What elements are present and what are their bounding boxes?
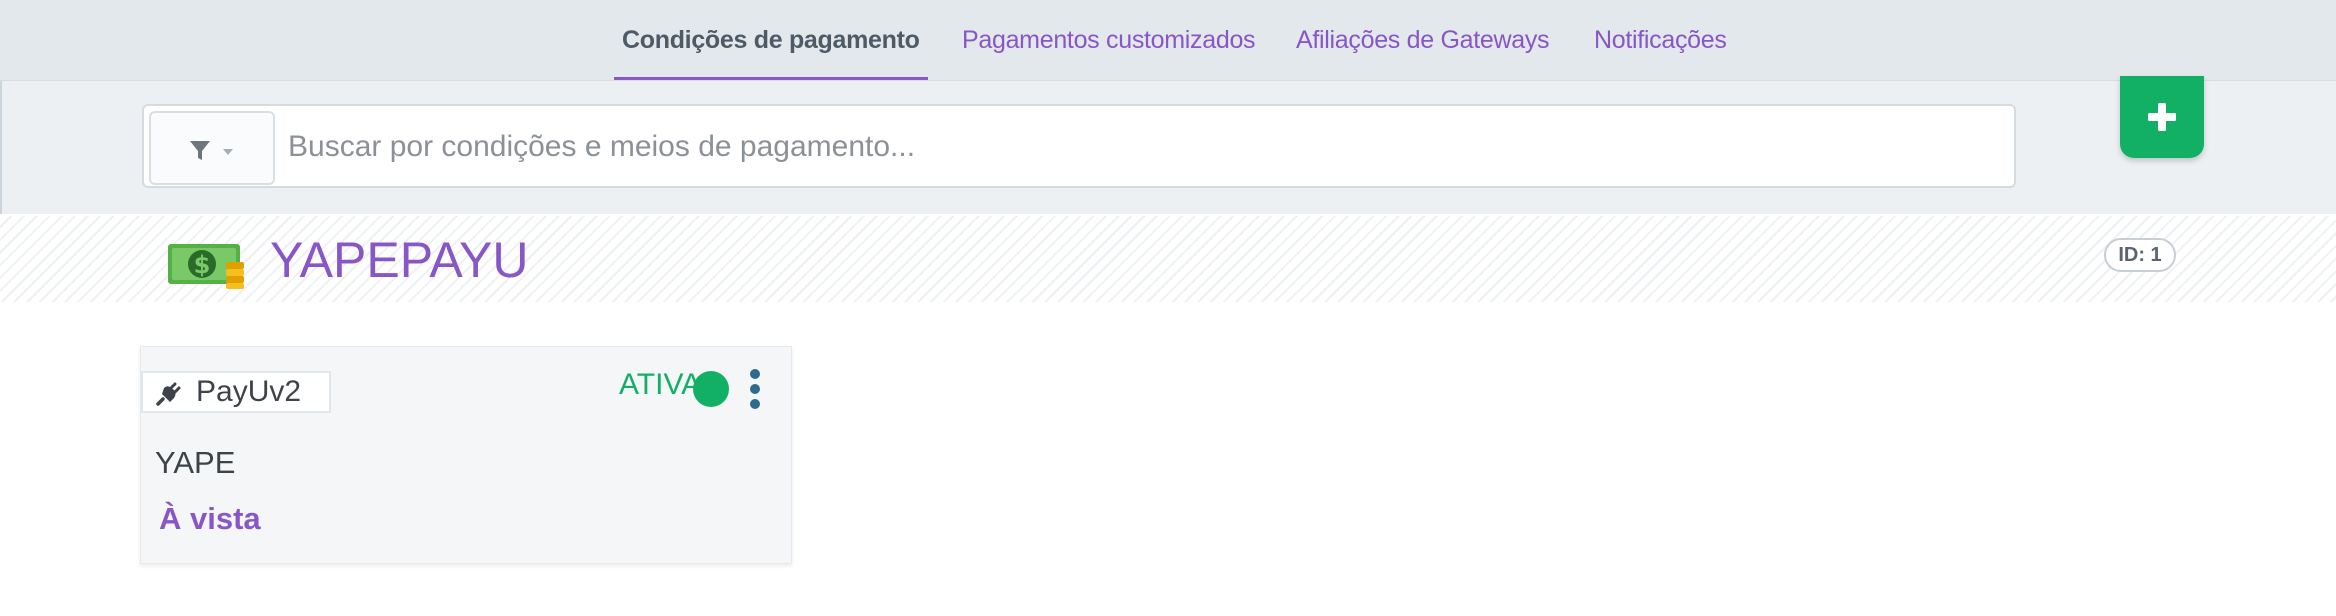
caret-down-icon [223, 149, 233, 155]
money-bill-icon: $ [168, 244, 244, 289]
payment-method-name: YAPE [155, 445, 236, 480]
gateway-name: PayUv2 [196, 375, 302, 408]
add-button[interactable] [2120, 76, 2204, 158]
status-indicator [693, 371, 729, 407]
tab-condicoes-de-pagamento[interactable]: Condições de pagamento [614, 0, 928, 80]
tab-pagamentos-customizados[interactable]: Pagamentos customizados [962, 0, 1256, 80]
tabs-bar: Condições de pagamento Pagamentos custom… [0, 0, 2336, 81]
filter-button[interactable] [149, 111, 275, 185]
tab-afiliacoes-de-gateways[interactable]: Afiliações de Gateways [1296, 0, 1550, 80]
kebab-menu-icon[interactable] [747, 369, 763, 409]
filter-icon [190, 141, 233, 160]
tab-notificacoes[interactable]: Notificações [1594, 0, 1727, 80]
payment-condition-label[interactable]: À vista [159, 499, 261, 539]
payment-condition-card[interactable]: PayUv2 ATIVA YAPE À vista [140, 346, 792, 564]
status-text: ATIVA [619, 368, 702, 401]
search-bar [142, 104, 2016, 188]
plug-icon [156, 382, 181, 406]
search-input[interactable] [286, 106, 1990, 188]
plus-icon [2148, 103, 2176, 131]
group-title: YAPEPAYU [270, 232, 529, 288]
svg-text:$: $ [194, 251, 211, 279]
id-badge: ID: 1 [2104, 238, 2176, 272]
gateway-chip[interactable]: PayUv2 [141, 371, 331, 413]
